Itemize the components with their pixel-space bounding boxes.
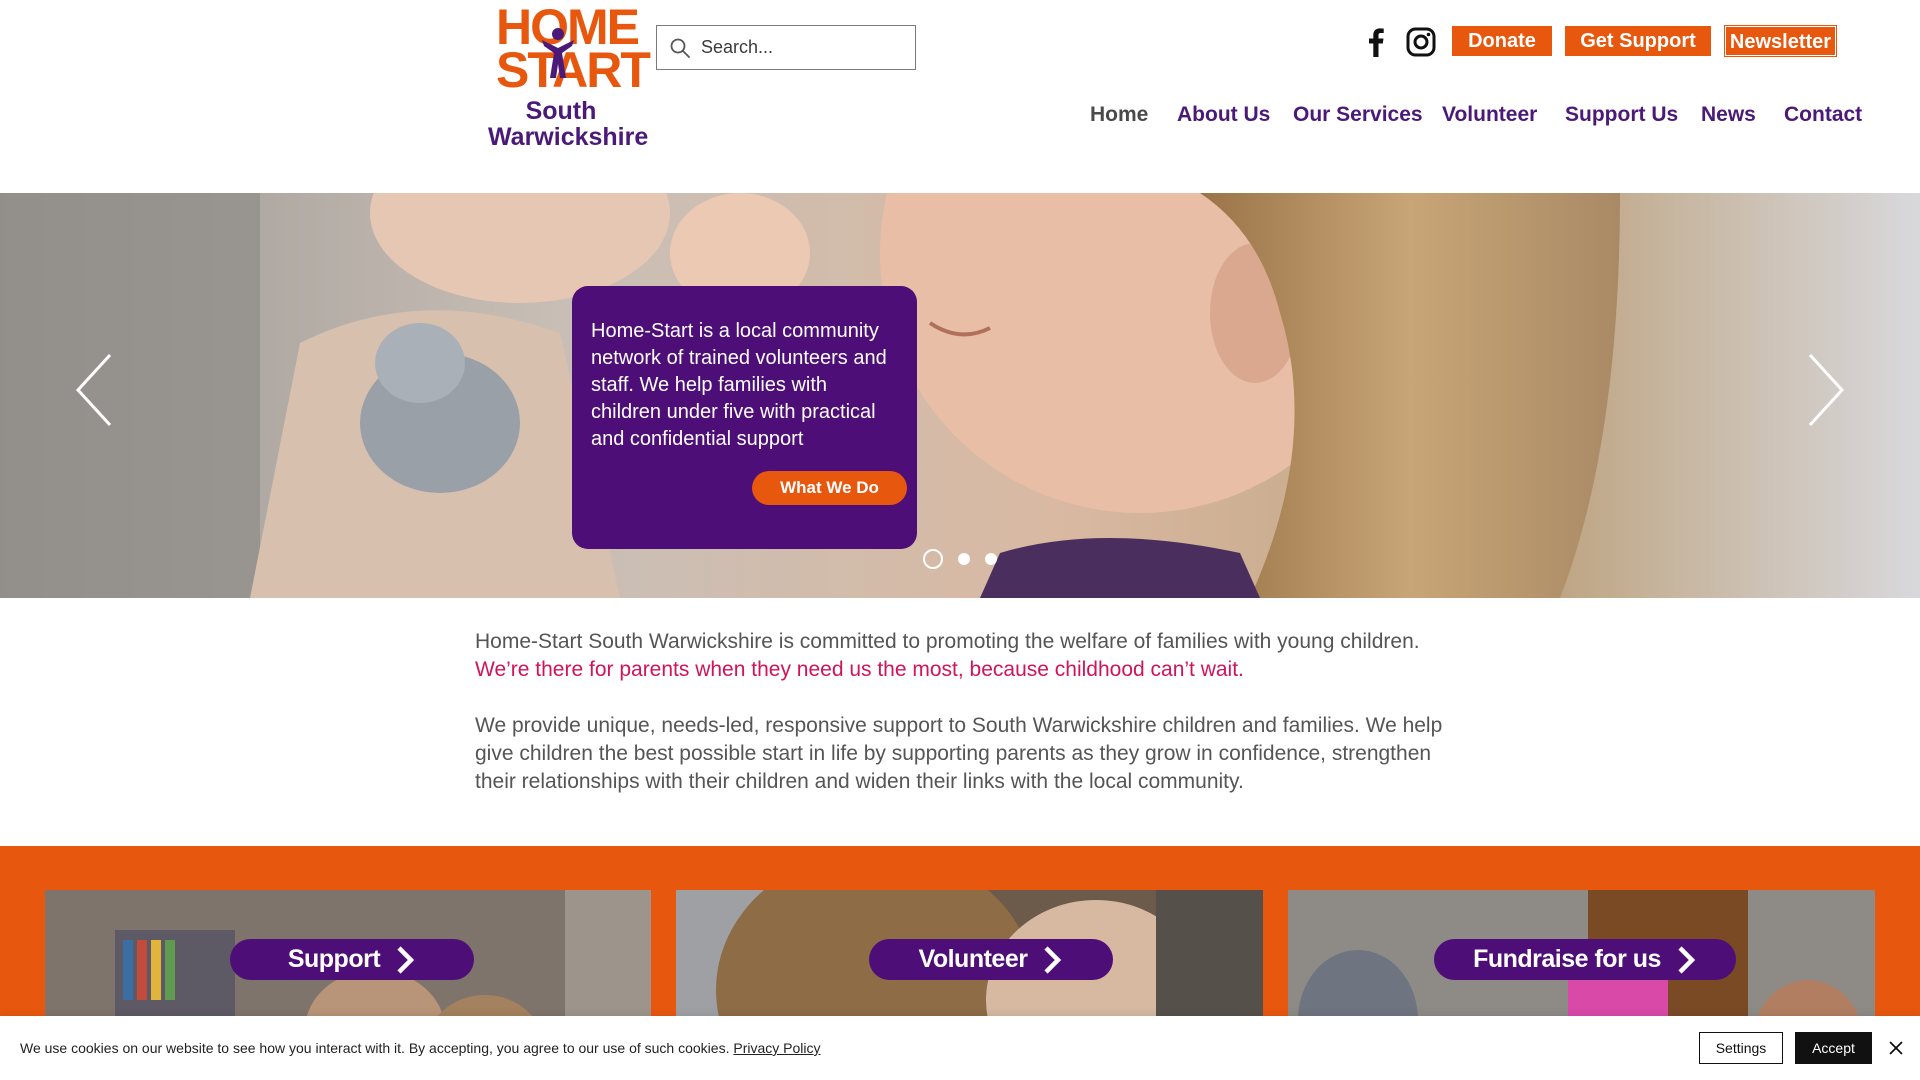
- cookie-accept-button[interactable]: Accept: [1795, 1032, 1872, 1064]
- cookie-text: We use cookies on our website to see how…: [20, 1040, 734, 1056]
- search-box[interactable]: [656, 25, 916, 70]
- fundraise-label: Fundraise for us: [1473, 945, 1661, 973]
- intro-tagline: We’re there for parents when they need u…: [475, 658, 1244, 681]
- support-link-pill[interactable]: Support: [230, 939, 474, 980]
- chevron-right-icon: [1044, 945, 1062, 974]
- instagram-icon[interactable]: [1405, 26, 1437, 58]
- volunteer-link-pill[interactable]: Volunteer: [869, 939, 1113, 980]
- chevron-left-icon[interactable]: [74, 353, 114, 427]
- support-label: Support: [287, 945, 381, 973]
- chevron-right-icon: [397, 945, 415, 974]
- intro-section: Home-Start South Warwickshire is committ…: [475, 628, 1445, 796]
- hero-card-text: Home-Start is a local community network …: [591, 320, 887, 450]
- search-icon: [670, 38, 690, 58]
- slide-dot-3[interactable]: [985, 553, 997, 565]
- logo-figure-icon: [542, 28, 574, 78]
- privacy-policy-link[interactable]: Privacy Policy: [733, 1040, 820, 1056]
- main-nav: Home About Us Our Services Volunteer Sup…: [0, 100, 1920, 130]
- nav-item-volunteer[interactable]: Volunteer: [1442, 100, 1537, 130]
- volunteer-label: Volunteer: [918, 945, 1028, 973]
- nav-item-home[interactable]: Home: [1090, 100, 1148, 130]
- fundraise-link-pill[interactable]: Fundraise for us: [1434, 939, 1736, 980]
- cookie-settings-button[interactable]: Settings: [1699, 1032, 1783, 1064]
- newsletter-button[interactable]: Newsletter: [1724, 25, 1837, 57]
- slide-dot-1[interactable]: [923, 549, 943, 569]
- chevron-right-icon[interactable]: [1806, 353, 1846, 427]
- intro-line-1: Home-Start South Warwickshire is committ…: [475, 630, 1420, 653]
- nav-item-about-us[interactable]: About Us: [1177, 100, 1270, 130]
- chevron-right-icon: [1678, 945, 1696, 974]
- facebook-icon[interactable]: [1360, 26, 1392, 58]
- hero-photo: [0, 193, 1920, 598]
- close-icon[interactable]: [1886, 1038, 1906, 1058]
- cookie-message: We use cookies on our website to see how…: [20, 1040, 821, 1056]
- nav-item-contact[interactable]: Contact: [1784, 100, 1862, 130]
- search-input[interactable]: [701, 37, 901, 58]
- donate-button[interactable]: Donate: [1452, 26, 1552, 56]
- nav-item-news[interactable]: News: [1701, 100, 1756, 130]
- site-header: HOME START South Warwickshire Donate Get…: [0, 0, 1920, 193]
- cookie-banner: We use cookies on our website to see how…: [0, 1016, 1920, 1080]
- hero-info-card: Home-Start is a local community network …: [572, 286, 917, 549]
- nav-item-our-services[interactable]: Our Services: [1293, 100, 1423, 130]
- what-we-do-button[interactable]: What We Do: [752, 471, 907, 505]
- hero-slideshow: Home-Start is a local community network …: [0, 193, 1920, 598]
- nav-item-support-us[interactable]: Support Us: [1565, 100, 1678, 130]
- get-support-button[interactable]: Get Support: [1565, 26, 1711, 56]
- intro-paragraph: We provide unique, needs-led, responsive…: [475, 714, 1443, 793]
- slide-dot-2[interactable]: [958, 553, 970, 565]
